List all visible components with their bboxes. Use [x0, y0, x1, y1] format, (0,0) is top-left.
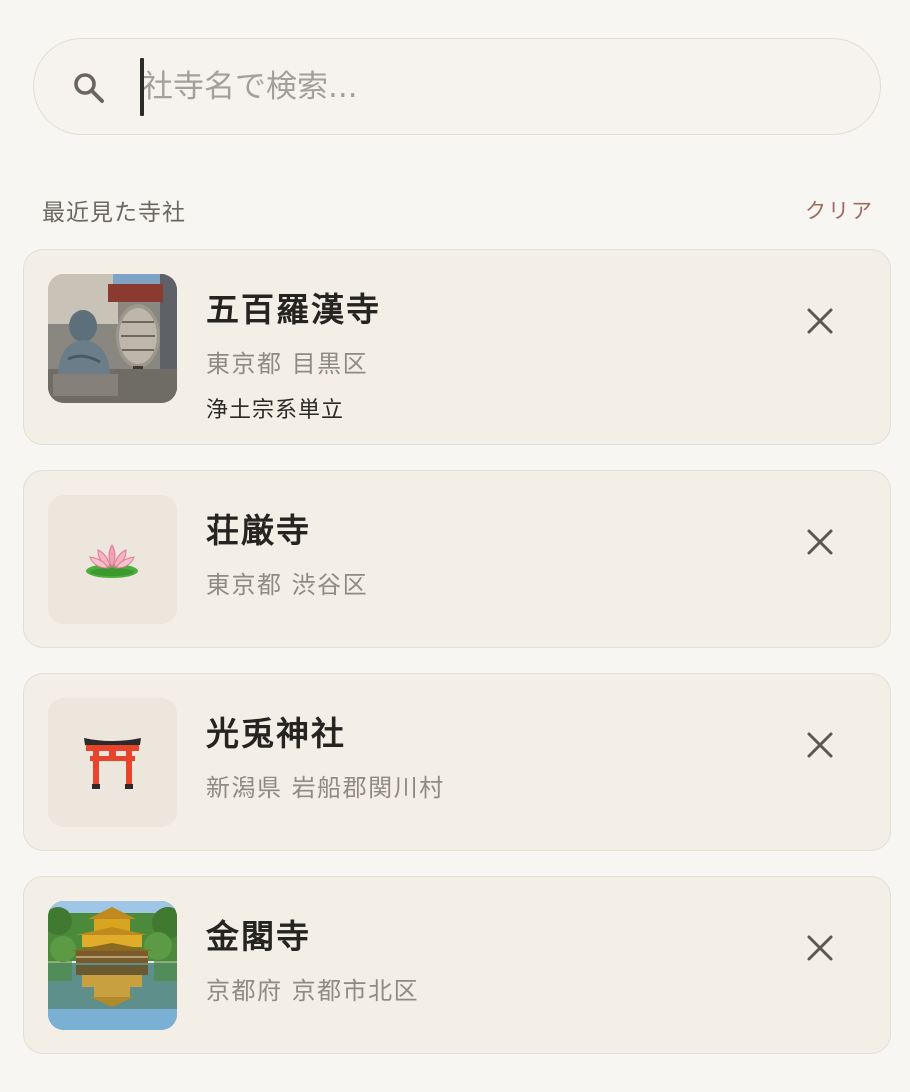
recent-item-card[interactable]: 五百羅漢寺 東京都 目黒区 浄土宗系単立 — [23, 249, 891, 445]
text-caret — [140, 58, 144, 116]
temple-location: 新潟県 岩船郡関川村 — [206, 774, 445, 802]
temple-name: 光兎神社 — [206, 714, 346, 753]
close-icon[interactable] — [800, 522, 840, 562]
temple-name: 五百羅漢寺 — [206, 290, 381, 329]
temple-thumbnail — [48, 495, 177, 624]
lotus-icon — [48, 495, 177, 624]
temple-sect: 浄土宗系単立 — [206, 398, 345, 423]
section-title: 最近見た寺社 — [42, 200, 186, 226]
torii-icon — [48, 698, 177, 827]
temple-location: 東京都 目黒区 — [206, 350, 369, 378]
search-icon — [74, 73, 104, 103]
temple-name: 荘厳寺 — [206, 511, 311, 550]
kinkakuji-photo — [48, 901, 177, 1030]
temple-location: 京都府 京都市北区 — [206, 977, 420, 1005]
temple-location: 東京都 渋谷区 — [206, 571, 369, 599]
temple-thumbnail — [48, 274, 177, 403]
recent-item-card[interactable]: 光兎神社 新潟県 岩船郡関川村 — [23, 673, 891, 851]
recent-item-card[interactable]: 金閣寺 京都府 京都市北区 — [23, 876, 891, 1054]
close-icon[interactable] — [800, 725, 840, 765]
clear-button[interactable]: クリア — [805, 195, 874, 225]
recent-item-card[interactable]: 荘厳寺 東京都 渋谷区 — [23, 470, 891, 648]
search-input[interactable] — [142, 57, 842, 117]
temple-thumbnail — [48, 901, 177, 1030]
close-icon[interactable] — [800, 301, 840, 341]
statue-photo — [48, 274, 177, 403]
temple-thumbnail — [48, 698, 177, 827]
temple-name: 金閣寺 — [206, 917, 311, 956]
search-bar[interactable] — [33, 38, 881, 135]
close-icon[interactable] — [800, 928, 840, 968]
